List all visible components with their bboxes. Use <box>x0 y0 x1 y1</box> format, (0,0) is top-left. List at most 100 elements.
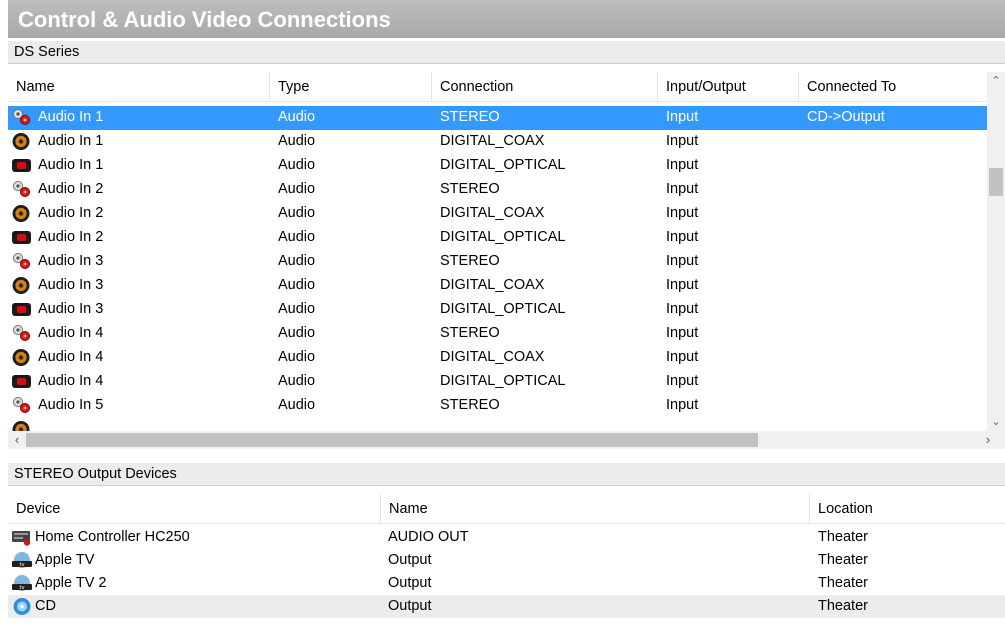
row-name: Audio In 4 <box>38 325 104 341</box>
row-input-output: Input <box>666 229 699 245</box>
vertical-scroll-thumb[interactable] <box>989 168 1003 196</box>
column-name[interactable]: Name <box>8 72 270 102</box>
connections-column-header: Name Type Connection Input/Output Connec… <box>8 72 987 102</box>
column-device-name[interactable]: Name <box>381 494 810 524</box>
stereo-output-devices-header: STEREO Output Devices <box>8 463 1005 486</box>
list-item[interactable]: tv Apple TV 2 Output Theater <box>8 572 1005 595</box>
row-input-output: Input <box>666 157 699 173</box>
row-type: Audio <box>278 229 316 245</box>
row-input-output: Input <box>666 109 699 125</box>
coax-jack-icon <box>12 205 30 222</box>
optical-port-icon <box>12 159 31 172</box>
table-row[interactable]: Audio In 1 Audio DIGITAL_COAX Input <box>8 130 987 154</box>
table-row[interactable]: Audio In 3 Audio DIGITAL_OPTICAL Input <box>8 298 987 322</box>
row-name: Audio In 3 <box>38 301 104 317</box>
row-type: Audio <box>278 181 316 197</box>
horizontal-scroll-thumb[interactable] <box>26 433 758 447</box>
row-connection: DIGITAL_COAX <box>440 349 545 365</box>
device-name: Apple TV <box>35 552 95 568</box>
device-output-name: AUDIO OUT <box>388 529 469 545</box>
scroll-right-icon[interactable]: › <box>979 431 997 449</box>
device-name: CD <box>35 598 56 614</box>
row-name: Audio In 5 <box>38 397 104 413</box>
table-row[interactable]: Audio In 1 Audio DIGITAL_OPTICAL Input <box>8 154 987 178</box>
column-location[interactable]: Location <box>810 494 1005 524</box>
row-type: Audio <box>278 277 316 293</box>
scroll-up-icon[interactable]: ⌃ <box>987 72 1005 90</box>
row-connection: DIGITAL_OPTICAL <box>440 157 566 173</box>
device-name: Home Controller HC250 <box>35 529 190 545</box>
row-input-output: Input <box>666 205 699 221</box>
row-connection: DIGITAL_COAX <box>440 205 545 221</box>
row-input-output: Input <box>666 325 699 341</box>
devices-column-header: Device Name Location <box>8 494 1005 524</box>
row-name: Audio In 1 <box>38 157 104 173</box>
apple-tv-icon: tv <box>12 575 32 591</box>
device-location: Theater <box>818 575 868 591</box>
row-type: Audio <box>278 349 316 365</box>
column-connection[interactable]: Connection <box>432 72 658 102</box>
apple-tv-icon: tv <box>12 552 32 568</box>
svg-text:tv: tv <box>19 585 24 591</box>
row-name: Audio In 3 <box>38 253 104 269</box>
optical-port-icon <box>12 303 31 316</box>
connections-horizontal-scrollbar[interactable]: ‹ › <box>8 431 1005 449</box>
row-type: Audio <box>278 205 316 221</box>
stereo-plug-icon <box>13 109 30 125</box>
device-output-name: Output <box>388 575 432 591</box>
table-row[interactable]: Audio In 2 Audio DIGITAL_OPTICAL Input <box>8 226 987 250</box>
row-input-output: Input <box>666 277 699 293</box>
row-connection: DIGITAL_OPTICAL <box>440 301 566 317</box>
stereo-plug-icon <box>13 325 30 341</box>
table-row[interactable]: Audio In 4 Audio DIGITAL_OPTICAL Input <box>8 370 987 394</box>
coax-jack-icon <box>12 349 30 366</box>
svg-text:tv: tv <box>19 562 24 568</box>
row-input-output: Input <box>666 253 699 269</box>
row-input-output: Input <box>666 301 699 317</box>
table-row[interactable]: Audio In 2 Audio DIGITAL_COAX Input <box>8 202 987 226</box>
stereo-plug-icon <box>13 397 30 413</box>
row-input-output: Input <box>666 349 699 365</box>
row-input-output: Input <box>666 181 699 197</box>
row-type: Audio <box>278 157 316 173</box>
list-item[interactable]: Home Controller HC250 AUDIO OUT Theater <box>8 526 1005 549</box>
row-name: Audio In 4 <box>38 349 104 365</box>
stereo-plug-icon <box>13 181 30 197</box>
row-name: Audio In 2 <box>38 205 104 221</box>
output-devices-table[interactable]: Device Name Location Home Controller HC2… <box>8 494 1005 620</box>
table-row[interactable]: Audio In 3 Audio DIGITAL_COAX Input <box>8 274 987 298</box>
column-input-output[interactable]: Input/Output <box>658 72 799 102</box>
scroll-down-icon[interactable]: ⌄ <box>987 413 1005 431</box>
column-type[interactable]: Type <box>270 72 432 102</box>
table-row[interactable]: Audio In 5 Audio STEREO Input <box>8 394 987 418</box>
ds-series-header: DS Series <box>8 41 1005 64</box>
row-type: Audio <box>278 325 316 341</box>
row-input-output: Input <box>666 373 699 389</box>
connections-vertical-scrollbar[interactable]: ⌃ ⌄ <box>987 72 1005 431</box>
connections-table[interactable]: Name Type Connection Input/Output Connec… <box>8 72 1005 449</box>
row-input-output: Input <box>666 397 699 413</box>
row-connection: STEREO <box>440 181 500 197</box>
table-row[interactable]: Audio In 1 Audio STEREO Input CD->Output <box>8 106 987 130</box>
device-name: Apple TV 2 <box>35 575 107 591</box>
table-row[interactable]: Audio In 2 Audio STEREO Input <box>8 178 987 202</box>
table-row[interactable]: Audio In 3 Audio STEREO Input <box>8 250 987 274</box>
list-item[interactable]: CD Output Theater <box>8 595 1005 618</box>
row-type: Audio <box>278 301 316 317</box>
controller-icon <box>12 531 31 546</box>
device-output-name: Output <box>388 598 432 614</box>
row-type: Audio <box>278 133 316 149</box>
row-connection: DIGITAL_OPTICAL <box>440 373 566 389</box>
device-location: Theater <box>818 598 868 614</box>
row-type: Audio <box>278 253 316 269</box>
column-connected-to[interactable]: Connected To <box>799 72 987 102</box>
row-type: Audio <box>278 109 316 125</box>
column-device[interactable]: Device <box>8 494 381 524</box>
list-item[interactable]: tv Apple TV Output Theater <box>8 549 1005 572</box>
table-row[interactable]: Audio In 4 Audio DIGITAL_COAX Input <box>8 346 987 370</box>
row-name: Audio In 1 <box>38 133 104 149</box>
coax-jack-icon <box>12 133 30 150</box>
table-row[interactable]: Audio In 4 Audio STEREO Input <box>8 322 987 346</box>
cd-icon <box>13 598 31 615</box>
scroll-left-icon[interactable]: ‹ <box>8 431 26 449</box>
